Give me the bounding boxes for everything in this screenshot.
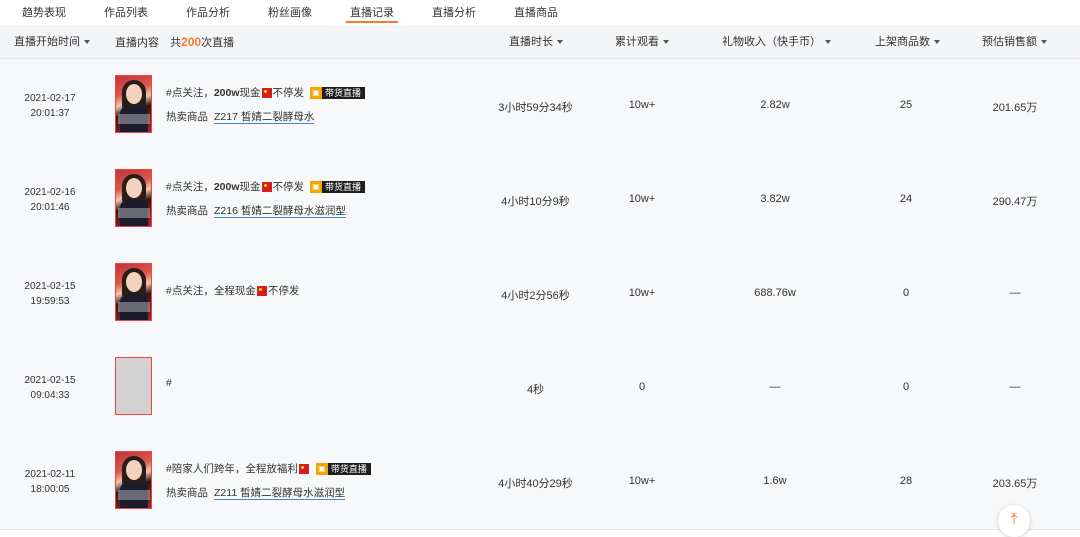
product-link[interactable]: Z211 皙婧二裂酵母水滋润型 — [214, 487, 346, 500]
sales-value: — — [1009, 381, 1021, 393]
start-time: 2021-02-15 09:04:33 — [24, 375, 76, 401]
table-row[interactable]: 2021-02-11 18:00:05 #陪家人们跨年，全程放福利 ▣ 带货直播 热卖商品… — [0, 435, 1080, 530]
red-envelope-icon — [256, 285, 267, 296]
gifts-value: 1.6w — [763, 475, 787, 487]
live-thumbnail[interactable] — [115, 75, 152, 133]
live-title[interactable]: #点关注， 200w 现金 不停发 ▣ 带货直播 — [166, 179, 366, 194]
live-thumbnail[interactable] — [115, 263, 152, 321]
tab-live-analysis[interactable]: 直播分析 — [432, 0, 476, 22]
tab-works-list[interactable]: 作品列表 — [104, 0, 148, 22]
live-title[interactable]: #陪家人们跨年，全程放福利 ▣ 带货直播 — [166, 461, 371, 476]
tab-live-records[interactable]: 直播记录 — [346, 0, 398, 23]
duration-value: 4小时10分9秒 — [501, 196, 570, 208]
gifts-value: 2.82w — [760, 99, 790, 111]
gifts-value: 688.76w — [754, 287, 796, 299]
caret-down-icon — [934, 40, 940, 45]
tab-live-goods[interactable]: 直播商品 — [514, 0, 558, 22]
header-gifts[interactable]: 礼物收入（快手币） — [722, 27, 831, 58]
viewers-value: 10w+ — [628, 287, 656, 299]
product-link[interactable]: Z216 皙婧二裂酵母水滋润型 — [214, 205, 346, 218]
tab-trend[interactable]: 趋势表现 — [22, 0, 66, 22]
caret-down-icon — [663, 40, 669, 45]
live-title[interactable]: #点关注，全程现金 不停发 — [166, 283, 299, 298]
live-sale-badge: ▣ 带货直播 — [310, 180, 366, 193]
viewers-value: 10w+ — [628, 193, 656, 205]
gifts-value: — — [769, 381, 781, 393]
caret-down-icon — [1041, 40, 1047, 45]
header-content: 直播内容 共200次直播 — [115, 35, 235, 49]
table-row[interactable]: 2021-02-16 20:01:46 #点关注， 200w 现金 不停发 ▣ 带货直播 热卖商… — [0, 153, 1080, 248]
live-thumbnail[interactable] — [115, 357, 152, 415]
header-start-time[interactable]: 直播开始时间 — [14, 27, 90, 58]
goods-count-value: 25 — [899, 99, 913, 111]
cart-icon: ▣ — [310, 180, 323, 193]
start-time: 2021-02-11 18:00:05 — [24, 469, 76, 495]
sales-value: — — [1009, 287, 1021, 299]
back-to-top-icon[interactable]: ⤒ — [998, 505, 1030, 537]
red-envelope-icon — [261, 181, 272, 192]
duration-value: 4小时40分29秒 — [498, 478, 573, 490]
product-link[interactable]: Z217 皙婧二裂酵母水 — [214, 111, 315, 124]
header-duration[interactable]: 直播时长 — [509, 27, 563, 58]
sales-value: 290.47万 — [992, 196, 1038, 208]
header-viewers[interactable]: 累计观看 — [615, 27, 669, 58]
cart-icon: ▣ — [310, 86, 323, 99]
live-count: 200 — [181, 35, 202, 49]
table-row[interactable]: 2021-02-15 19:59:53 #点关注，全程现金 不停发 4小时2分56秒 10… — [0, 247, 1080, 342]
caret-down-icon — [825, 40, 831, 45]
cart-icon: ▣ — [315, 462, 328, 475]
red-envelope-icon — [298, 463, 309, 474]
red-envelope-icon — [261, 87, 272, 98]
duration-value: 4小时2分56秒 — [501, 290, 570, 302]
goods-count-value: 28 — [899, 475, 913, 487]
goods-count-value: 0 — [902, 381, 910, 393]
tab-fans[interactable]: 粉丝画像 — [268, 0, 312, 22]
header-goods[interactable]: 上架商品数 — [875, 27, 940, 58]
goods-count-value: 24 — [899, 193, 913, 205]
start-time: 2021-02-16 20:01:46 — [24, 187, 76, 213]
hot-product: 热卖商品 Z216 皙婧二裂酵母水滋润型 — [166, 205, 346, 218]
duration-value: 4秒 — [526, 384, 545, 396]
caret-down-icon — [84, 40, 90, 45]
header-sales[interactable]: 预估销售额 — [982, 27, 1047, 58]
live-title[interactable]: #点关注， 200w 现金 不停发 ▣ 带货直播 — [166, 85, 366, 100]
gifts-value: 3.82w — [760, 193, 790, 205]
start-time: 2021-02-15 19:59:53 — [24, 281, 76, 307]
duration-value: 3小时59分34秒 — [498, 102, 573, 114]
tab-works-analysis[interactable]: 作品分析 — [186, 0, 230, 22]
live-title[interactable]: # — [166, 377, 172, 389]
viewers-value: 10w+ — [628, 99, 656, 111]
goods-count-value: 0 — [902, 287, 910, 299]
tab-bar: 趋势表现 作品列表 作品分析 粉丝画像 直播记录 直播分析 直播商品 — [0, 0, 1080, 27]
hot-product: 热卖商品 Z211 皙婧二裂酵母水滋润型 — [166, 487, 346, 500]
sales-value: 201.65万 — [992, 102, 1038, 114]
live-sale-badge: ▣ 带货直播 — [310, 86, 366, 99]
caret-down-icon — [557, 40, 563, 45]
sales-value: 203.65万 — [992, 478, 1038, 490]
viewers-value: 10w+ — [628, 475, 656, 487]
table-row[interactable]: 2021-02-15 09:04:33 #4秒 0 — 0 — — [0, 341, 1080, 436]
live-sale-badge: ▣ 带货直播 — [315, 462, 371, 475]
hot-product: 热卖商品 Z217 皙婧二裂酵母水 — [166, 111, 315, 124]
start-time: 2021-02-17 20:01:37 — [24, 93, 76, 119]
viewers-value: 0 — [638, 381, 646, 393]
table-row[interactable]: 2021-02-17 20:01:37 #点关注， 200w 现金 不停发 ▣ 带货直播 热卖商… — [0, 59, 1080, 154]
live-thumbnail[interactable] — [115, 169, 152, 227]
table-header: 直播开始时间 直播内容 共200次直播 直播时长 累计观看 礼物收入（快手币） … — [0, 27, 1080, 59]
live-thumbnail[interactable] — [115, 451, 152, 509]
